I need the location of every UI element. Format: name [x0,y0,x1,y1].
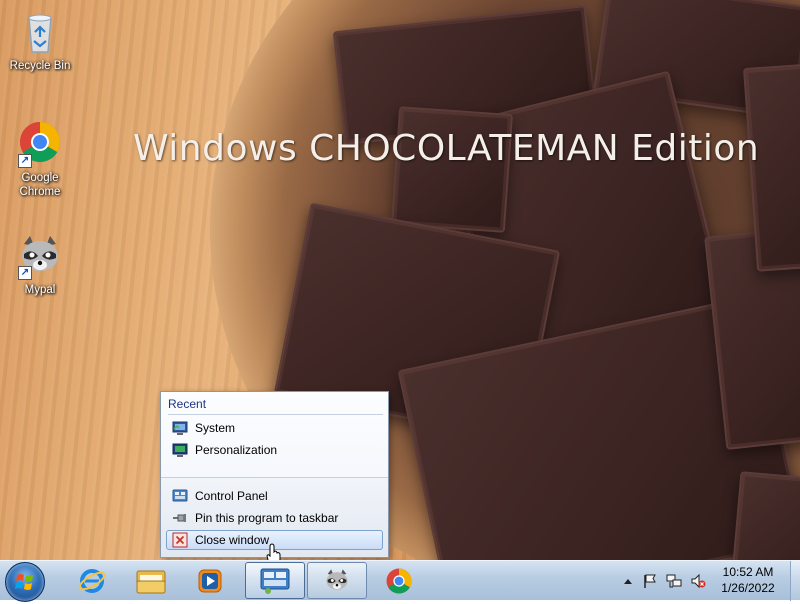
jump-list-item-label: Close window [195,533,270,547]
personalization-icon [172,442,188,458]
desktop-icon-label: Mypal [24,284,56,296]
chocolate-piece [729,471,800,560]
jump-list-item-personalization[interactable]: Personalization [166,440,383,460]
control-panel-icon [172,488,188,504]
desktop-icon-label: Google Chrome [19,172,61,198]
shortcut-arrow-icon: ↗ [18,266,32,280]
system-icon [172,420,188,436]
taskbar-google-chrome[interactable] [369,562,429,599]
jump-list-recent-header: Recent [168,397,383,415]
chrome-icon [386,568,412,593]
jump-list-item-label: Control Panel [195,489,268,503]
jump-list-item-label: System [195,421,236,435]
control-panel-icon [260,568,290,594]
desktop-icon-mypal[interactable]: ↗ Mypal [2,232,78,297]
jump-list-item-pin-to-taskbar[interactable]: Pin this program to taskbar [166,508,383,528]
internet-explorer-icon [78,568,106,593]
taskbar-internet-explorer[interactable] [62,562,122,599]
clock-date: 1/26/2022 [721,581,775,595]
file-explorer-icon [136,570,166,593]
pin-icon [172,510,188,526]
raccoon-icon [326,568,348,590]
jump-list-separator [161,477,388,478]
show-desktop-button[interactable] [790,561,800,601]
show-hidden-icons-icon[interactable] [620,573,636,589]
taskbar-media-player[interactable] [180,562,240,599]
action-center-flag-icon[interactable] [642,573,658,589]
shortcut-arrow-icon: ↗ [18,154,32,168]
recycle-bin-icon [16,8,64,56]
network-icon[interactable] [666,573,682,589]
taskbar-control-panel[interactable] [245,562,305,599]
taskbar-file-explorer[interactable] [121,562,181,599]
media-player-icon [198,569,222,592]
desktop-icon-recycle-bin[interactable]: Recycle Bin [2,8,78,73]
taskbar-mypal[interactable] [307,562,367,599]
jump-list-item-control-panel[interactable]: Control Panel [166,486,383,506]
desktop-icon-google-chrome[interactable]: ↗ Google Chrome [2,120,78,199]
jump-list-item-system[interactable]: System [166,418,383,438]
jump-list-item-label: Personalization [195,443,278,457]
taskbar: 10:52 AM 1/26/2022 [0,560,800,602]
clock-time: 10:52 AM [722,565,774,579]
edition-watermark: Windows CHOCOLATEMAN Edition [133,128,760,169]
taskbar-jump-list: Recent System Personalization Control Pa… [160,391,389,558]
start-orb-icon[interactable] [5,562,45,602]
volume-muted-icon[interactable] [690,573,706,589]
desktop-wallpaper: Windows CHOCOLATEMAN Edition [0,0,800,560]
desktop-icon-label: Recycle Bin [9,60,71,72]
chocolate-piece [390,106,514,233]
raccoon-icon: ↗ [16,232,64,280]
chrome-icon: ↗ [16,120,64,168]
taskbar-clock[interactable]: 10:52 AM 1/26/2022 [712,564,784,596]
close-window-icon [172,532,188,548]
jump-list-item-label: Pin this program to taskbar [195,511,339,525]
